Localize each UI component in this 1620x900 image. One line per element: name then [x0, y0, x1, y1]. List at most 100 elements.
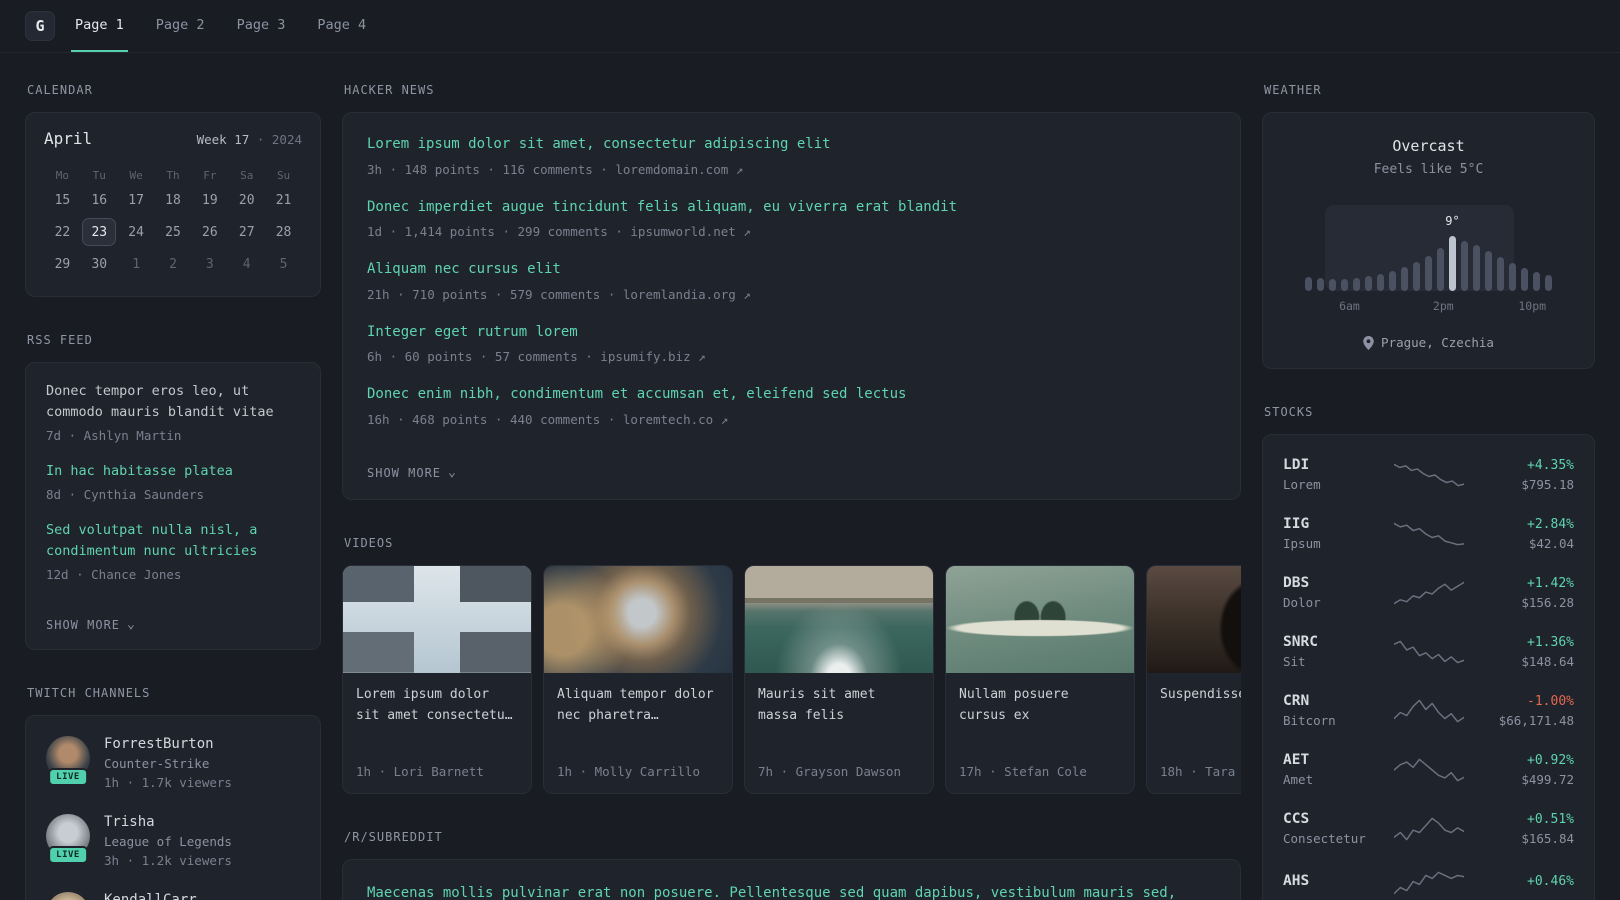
- calendar-day[interactable]: 23: [82, 218, 117, 246]
- video-title[interactable]: Aliquam tempor dolor nec pharetra…: [557, 685, 719, 727]
- weather-widget: Overcast Feels like 5°C 9° 6am 2pm 10pm Pr…: [1262, 112, 1595, 369]
- calendar-day[interactable]: 29: [45, 250, 79, 278]
- weather-bar: [1341, 279, 1348, 291]
- calendar-day[interactable]: 30: [82, 250, 116, 278]
- calendar-day[interactable]: 2: [156, 250, 190, 278]
- subreddit-post-title[interactable]: Maecenas mollis pulvinar erat non posuer…: [367, 882, 1216, 900]
- rss-item-title[interactable]: Sed volutpat nulla nisl, a condimentum n…: [46, 520, 300, 562]
- hackernews-item-title[interactable]: Donec enim nibh, condimentum et accumsan…: [367, 385, 1216, 405]
- stock-row: CRN Bitcorn -1.00% $66,171.48: [1283, 681, 1574, 740]
- video-thumbnail[interactable]: [745, 565, 933, 673]
- stock-row: AHS +0.46%: [1283, 858, 1574, 900]
- location-pin-icon: [1363, 335, 1374, 350]
- hackernews-item-title[interactable]: Lorem ipsum dolor sit amet, consectetur …: [367, 135, 1216, 155]
- calendar-day[interactable]: 18: [156, 186, 190, 214]
- stock-name: Amet: [1283, 772, 1314, 787]
- calendar-day[interactable]: 28: [267, 218, 301, 246]
- video-thumbnail[interactable]: [946, 565, 1134, 673]
- rss-item[interactable]: In hac habitasse platea 8d · Cynthia Sau…: [46, 461, 300, 502]
- stock-row: AET Amet +0.92% $499.72: [1283, 740, 1574, 799]
- twitch-channel-row[interactable]: LIVE KendallCarr: [46, 891, 300, 900]
- video-thumbnail[interactable]: [1147, 565, 1241, 673]
- calendar-day[interactable]: 24: [119, 218, 153, 246]
- weather-bar: [1389, 271, 1396, 291]
- weather-bar: [1485, 251, 1492, 291]
- calendar-day[interactable]: 15: [45, 186, 79, 214]
- stock-change: +2.84%: [1527, 516, 1574, 532]
- weather-bar: [1365, 276, 1372, 291]
- calendar-day[interactable]: 21: [267, 186, 301, 214]
- stock-symbol: IIG: [1283, 516, 1310, 532]
- rss-item-meta: 7d · Ashlyn Martin: [46, 427, 182, 443]
- source-link[interactable]: loremtech.co ↗: [623, 412, 728, 427]
- calendar-day[interactable]: 4: [230, 250, 264, 278]
- stock-name: Consectetur: [1283, 831, 1366, 846]
- video-title[interactable]: Lorem ipsum dolor sit amet consectetu…: [356, 685, 518, 727]
- hackernews-item: Donec enim nibh, condimentum et accumsan…: [367, 385, 1216, 427]
- video-card[interactable]: Aliquam tempor dolor nec pharetra… 1h · …: [543, 564, 733, 794]
- calendar-day[interactable]: 26: [193, 218, 227, 246]
- stock-id: AHS: [1283, 873, 1379, 893]
- stock-sparkline: [1393, 463, 1464, 486]
- twitch-channel-name[interactable]: ForrestBurton: [104, 736, 232, 752]
- hackernews-item-meta: 6h · 60 points · 57 comments · ipsumify.…: [367, 349, 706, 365]
- weather-section-title: WEATHER: [1264, 83, 1322, 97]
- stock-values: +0.92% $499.72: [1478, 753, 1574, 787]
- video-card[interactable]: Lorem ipsum dolor sit amet consectetu… 1…: [342, 564, 532, 794]
- rss-item[interactable]: Sed volutpat nulla nisl, a condimentum n…: [46, 520, 300, 582]
- video-title[interactable]: Mauris sit amet massa felis: [758, 685, 920, 727]
- separator-dot: ·: [256, 132, 265, 147]
- video-thumbnail[interactable]: [343, 565, 531, 673]
- calendar-day[interactable]: 17: [119, 186, 153, 214]
- page-tab[interactable]: Page 2: [152, 0, 209, 52]
- rss-show-more-button[interactable]: SHOW MORE ⌄: [46, 618, 136, 632]
- calendar-day[interactable]: 5: [267, 250, 301, 278]
- twitch-widget: LIVE ForrestBurton Counter-Strike 1h · 1…: [25, 714, 321, 900]
- calendar-day[interactable]: 22: [45, 218, 79, 246]
- source-link[interactable]: ipsumworld.net ↗: [630, 224, 750, 239]
- video-card[interactable]: Nullam posuere cursus ex 17h · Stefan Co…: [945, 564, 1135, 794]
- rss-item-title[interactable]: In hac habitasse platea: [46, 461, 300, 482]
- twitch-channel-name[interactable]: KendallCarr: [104, 892, 197, 900]
- twitch-channel-name[interactable]: Trisha: [104, 814, 232, 830]
- hackernews-item-title[interactable]: Aliquam nec cursus elit: [367, 260, 1216, 280]
- hackernews-item-title[interactable]: Integer eget rutrum lorem: [367, 323, 1216, 343]
- hackernews-item-title[interactable]: Donec imperdiet augue tincidunt felis al…: [367, 198, 1216, 218]
- source-link[interactable]: ipsumify.biz ↗: [600, 349, 705, 364]
- video-card[interactable]: Suspendisse diam 18h · Tara: [1146, 564, 1241, 794]
- calendar-day[interactable]: 25: [156, 218, 190, 246]
- twitch-section-title: TWITCH CHANNELS: [27, 685, 151, 700]
- calendar-day[interactable]: 27: [230, 218, 264, 246]
- video-card[interactable]: Mauris sit amet massa felis 7h · Grayson…: [744, 564, 934, 794]
- rss-item-title[interactable]: Donec tempor eros leo, ut commodo mauris…: [46, 381, 300, 423]
- page-tab[interactable]: Page 4: [313, 0, 370, 52]
- video-meta: 7h · Grayson Dawson: [758, 763, 901, 779]
- video-title[interactable]: Nullam posuere cursus ex: [959, 685, 1121, 727]
- source-link[interactable]: loremdomain.com ↗: [615, 162, 743, 177]
- calendar-day[interactable]: 3: [193, 250, 227, 278]
- rss-item[interactable]: Donec tempor eros leo, ut commodo mauris…: [46, 381, 300, 443]
- day-name: Sa: [240, 168, 254, 182]
- video-title[interactable]: Suspendisse diam: [1160, 685, 1241, 727]
- day-name: Mo: [55, 168, 70, 182]
- stock-values: +1.42% $156.28: [1478, 576, 1574, 610]
- source-link[interactable]: loremlandia.org ↗: [623, 287, 751, 302]
- video-thumbnail[interactable]: [544, 565, 732, 673]
- stock-price: $66,171.48: [1498, 712, 1574, 728]
- weather-section: WEATHER Overcast Feels like 5°C 9° 6am 2p…: [1262, 83, 1595, 369]
- stock-values: +4.35% $795.18: [1478, 458, 1574, 492]
- subreddit-section: /R/SUBREDDIT Maecenas mollis pulvinar er…: [342, 830, 1241, 900]
- calendar-day[interactable]: 19: [193, 186, 227, 214]
- twitch-channel-row[interactable]: LIVE Trisha League of Legends 3h · 1.2k …: [46, 813, 300, 868]
- twitch-channel-row[interactable]: LIVE ForrestBurton Counter-Strike 1h · 1…: [46, 735, 300, 790]
- calendar-day[interactable]: 1: [119, 250, 153, 278]
- stock-values: +0.46%: [1478, 874, 1574, 893]
- hackernews-show-more-button[interactable]: SHOW MORE ⌄: [367, 466, 457, 480]
- calendar-day[interactable]: 16: [82, 186, 116, 214]
- page-tab[interactable]: Page 1: [71, 0, 128, 52]
- app-logo[interactable]: G: [25, 11, 55, 41]
- twitch-viewers: 3h · 1.2k viewers: [104, 852, 232, 868]
- hackernews-item-meta: 1d · 1,414 points · 299 comments · ipsum…: [367, 224, 751, 240]
- page-tab[interactable]: Page 3: [233, 0, 290, 52]
- calendar-day[interactable]: 20: [230, 186, 264, 214]
